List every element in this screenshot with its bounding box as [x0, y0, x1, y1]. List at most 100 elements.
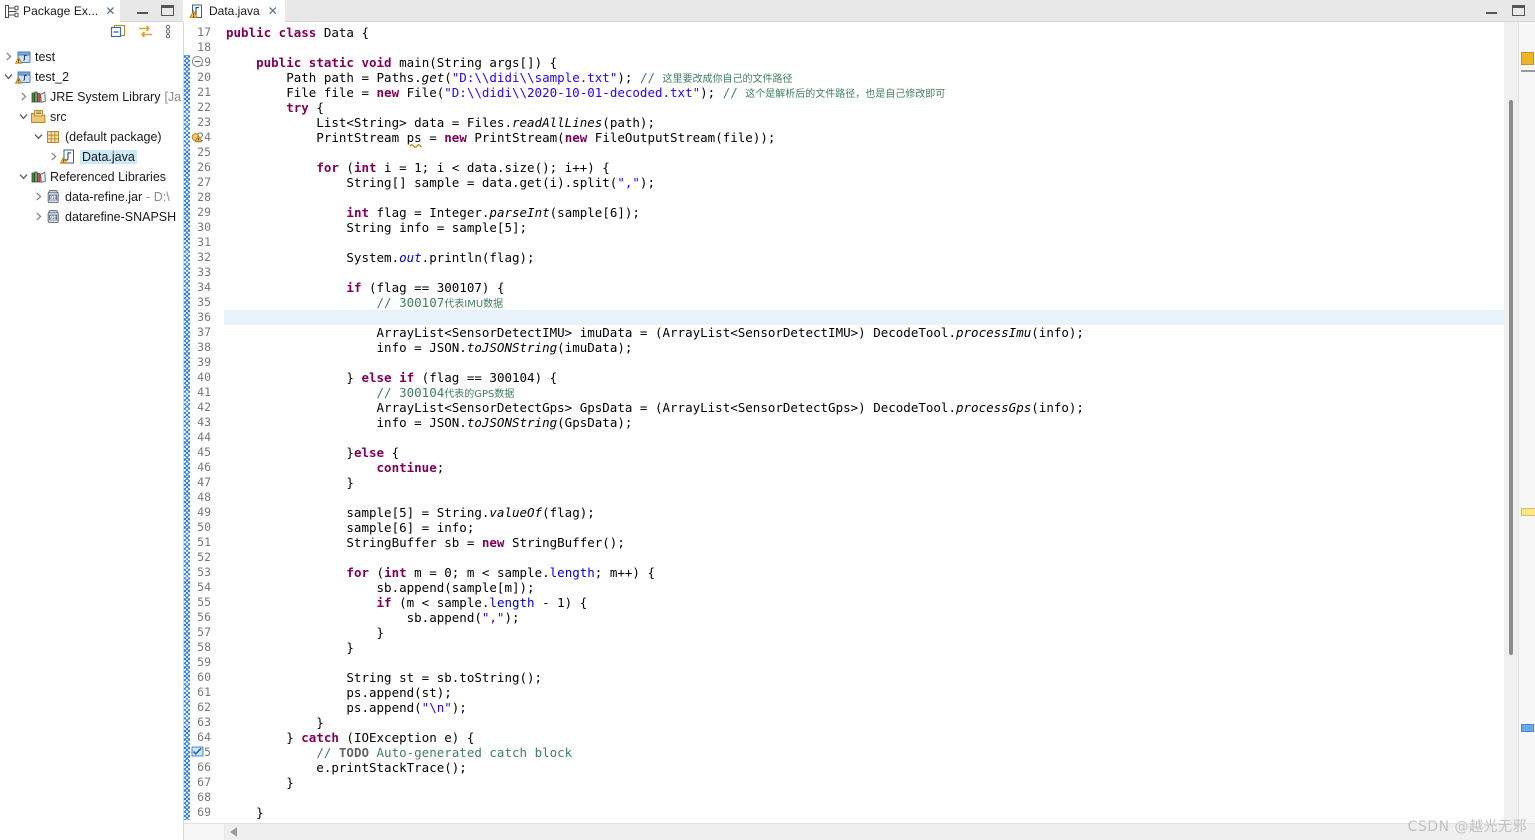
chevron-right-icon[interactable] — [47, 152, 60, 163]
code-line-68[interactable] — [226, 790, 1504, 805]
code-line-58[interactable]: } — [226, 640, 1504, 655]
package-explorer-tab-close-icon[interactable]: ✕ — [105, 4, 115, 18]
todo-task-marker-icon[interactable] — [191, 745, 207, 760]
todo-overview-marker[interactable] — [1521, 508, 1535, 516]
code-line-43[interactable]: info = JSON.toJSONString(GpsData); — [226, 415, 1504, 430]
code-line-21[interactable]: File file = new File("D:\\didi\\2020-10-… — [226, 85, 1504, 100]
code-line-35[interactable]: // 300107代表IMU数据 — [226, 295, 1504, 310]
chevron-down-icon[interactable] — [32, 132, 45, 143]
code-line-53[interactable]: for (int m = 0; m < sample.length; m++) … — [226, 565, 1504, 580]
editor-vertical-scrollbar[interactable] — [1504, 22, 1518, 823]
code-line-60[interactable]: String st = sb.toString(); — [226, 670, 1504, 685]
code-line-30[interactable]: String info = sample[5]; — [226, 220, 1504, 235]
scroll-left-arrow-icon[interactable] — [230, 827, 237, 837]
tree-item-referenced-libraries[interactable]: Referenced Libraries — [0, 167, 183, 187]
warning-marker-icon[interactable] — [191, 130, 207, 145]
fold-collapse-icon[interactable] — [191, 55, 207, 70]
code-line-22[interactable]: try { — [226, 100, 1504, 115]
code-line-26[interactable]: for (int i = 1; i < data.size(); i++) { — [226, 160, 1504, 175]
code-line-63[interactable]: } — [226, 715, 1504, 730]
code-line-41[interactable]: // 300104代表的GPS数据 — [226, 385, 1504, 400]
code-line-18[interactable] — [226, 40, 1504, 55]
code-line-44[interactable] — [226, 430, 1504, 445]
tree-item-data-java[interactable]: Data.java — [0, 147, 183, 167]
code-line-47[interactable]: } — [226, 475, 1504, 490]
code-line-66[interactable]: e.printStackTrace(); — [226, 760, 1504, 775]
code-line-69[interactable]: } — [226, 805, 1504, 820]
source-code-text[interactable]: public class Data { public static void m… — [224, 22, 1504, 820]
selection-overview-marker[interactable] — [1521, 724, 1534, 732]
code-line-56[interactable]: sb.append(","); — [226, 610, 1504, 625]
chevron-right-icon[interactable] — [32, 212, 45, 223]
minimize-editor-icon[interactable] — [1485, 5, 1498, 16]
code-line-32[interactable]: System.out.println(flag); — [226, 250, 1504, 265]
code-line-29[interactable]: int flag = Integer.parseInt(sample[6]); — [226, 205, 1504, 220]
code-line-19[interactable]: public static void main(String args[]) { — [226, 55, 1504, 70]
code-line-24[interactable]: PrintStream ps = new PrintStream(new Fil… — [226, 130, 1504, 145]
vertical-scrollbar-thumb[interactable] — [1509, 100, 1513, 655]
code-area[interactable]: public class Data { public static void m… — [224, 22, 1504, 823]
code-line-38[interactable]: info = JSON.toJSONString(imuData); — [226, 340, 1504, 355]
chevron-right-icon[interactable] — [32, 192, 45, 203]
code-line-39[interactable] — [226, 355, 1504, 370]
overview-ruler[interactable] — [1518, 22, 1535, 823]
line-number-ruler[interactable]: 17 18 19 20 21 22 23 24 25 26 27 28 29 30 31 32 33 34 35 36… — [190, 22, 224, 823]
warning-overview-marker[interactable] — [1521, 52, 1534, 65]
tree-item-jre-system-library[interactable]: JRE System Library [Ja — [0, 87, 183, 107]
tree-item-test[interactable]: test — [0, 47, 183, 67]
code-line-37[interactable]: ArrayList<SensorDetectIMU> imuData = (Ar… — [226, 325, 1504, 340]
code-line-45[interactable]: }else { — [226, 445, 1504, 460]
tree-item-src[interactable]: src — [0, 107, 183, 127]
warning-overview-separator[interactable] — [1521, 70, 1535, 72]
package-explorer-tree[interactable]: test test_2 JRE System Library [Ja src (… — [0, 44, 183, 840]
code-line-51[interactable]: StringBuffer sb = new StringBuffer(); — [226, 535, 1504, 550]
chevron-down-icon[interactable] — [17, 112, 30, 123]
tab-data-java[interactable]: Data.java ✕ — [183, 0, 285, 22]
tree-item-default-package[interactable]: (default package) — [0, 127, 183, 147]
code-line-48[interactable] — [226, 490, 1504, 505]
code-line-59[interactable] — [226, 655, 1504, 670]
code-line-28[interactable] — [226, 190, 1504, 205]
code-line-23[interactable]: List<String> data = Files.readAllLines(p… — [226, 115, 1504, 130]
code-line-49[interactable]: sample[5] = String.valueOf(flag); — [226, 505, 1504, 520]
chevron-down-icon[interactable] — [2, 72, 15, 83]
collapse-all-icon[interactable] — [110, 24, 126, 42]
code-line-34[interactable]: if (flag == 300107) { — [226, 280, 1504, 295]
code-line-67[interactable]: } — [226, 775, 1504, 790]
code-line-33[interactable] — [226, 265, 1504, 280]
link-with-editor-icon[interactable] — [137, 24, 154, 42]
code-line-27[interactable]: String[] sample = data.get(i).split(",")… — [226, 175, 1504, 190]
view-menu-icon[interactable] — [165, 24, 171, 42]
chevron-right-icon[interactable] — [17, 92, 30, 103]
tree-item-datarefine-snapsh[interactable]: 010 datarefine-SNAPSH — [0, 207, 183, 227]
code-line-57[interactable]: } — [226, 625, 1504, 640]
code-line-55[interactable]: if (m < sample.length - 1) { — [226, 595, 1504, 610]
code-line-52[interactable] — [226, 550, 1504, 565]
editor-tab-close-icon[interactable]: ✕ — [268, 4, 278, 18]
code-line-36[interactable] — [226, 310, 1504, 325]
code-line-42[interactable]: ArrayList<SensorDetectGps> GpsData = (Ar… — [226, 400, 1504, 415]
tab-package-explorer[interactable]: Package Ex... ✕ — [0, 0, 121, 23]
code-line-20[interactable]: Path path = Paths.get("D:\\didi\\sample.… — [226, 70, 1504, 85]
minimize-panel-icon[interactable] — [136, 5, 149, 16]
code-line-50[interactable]: sample[6] = info; — [226, 520, 1504, 535]
horizontal-scrollbar-track[interactable] — [225, 824, 1519, 840]
code-line-62[interactable]: ps.append("\n"); — [226, 700, 1504, 715]
code-line-61[interactable]: ps.append(st); — [226, 685, 1504, 700]
tree-item-test-2[interactable]: test_2 — [0, 67, 183, 87]
editor-horizontal-scrollbar[interactable] — [184, 823, 1535, 840]
package-explorer-icon — [4, 4, 19, 19]
maximize-editor-icon[interactable] — [1512, 5, 1525, 16]
code-line-46[interactable]: continue; — [226, 460, 1504, 475]
tree-item-data-refine-jar[interactable]: 010 data-refine.jar - D:\ — [0, 187, 183, 207]
code-line-31[interactable] — [226, 235, 1504, 250]
code-line-40[interactable]: } else if (flag == 300104) { — [226, 370, 1504, 385]
code-line-54[interactable]: sb.append(sample[m]); — [226, 580, 1504, 595]
code-line-64[interactable]: } catch (IOException e) { — [226, 730, 1504, 745]
code-line-17[interactable]: public class Data { — [226, 25, 1504, 40]
maximize-panel-icon[interactable] — [161, 5, 174, 16]
chevron-right-icon[interactable] — [2, 52, 15, 63]
chevron-down-icon[interactable] — [17, 172, 30, 183]
code-line-25[interactable] — [226, 145, 1504, 160]
code-line-65[interactable]: // TODO Auto-generated catch block — [226, 745, 1504, 760]
